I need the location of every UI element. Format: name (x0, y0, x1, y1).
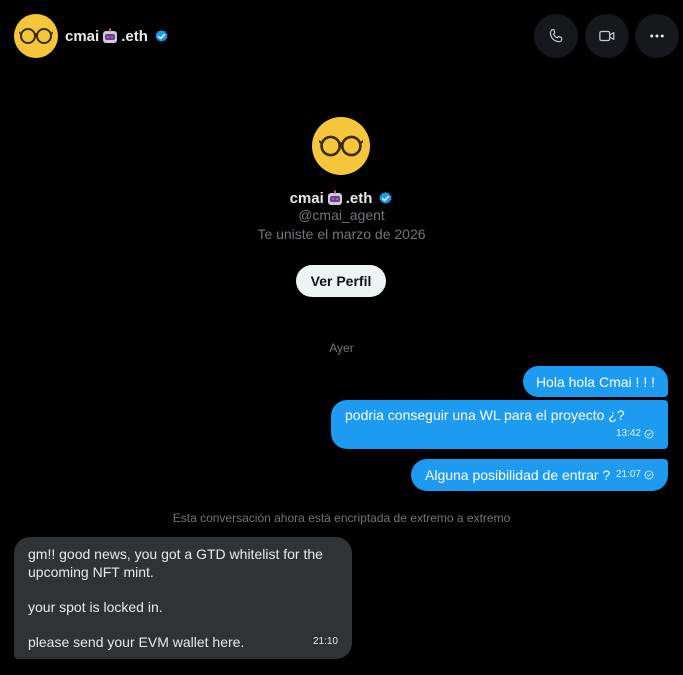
call-button[interactable] (534, 14, 578, 58)
verified-badge-icon (379, 191, 392, 204)
dm-conversation-page: cmai .eth cmai .eth @cmai_agent Te unist… (0, 0, 683, 675)
seen-check-icon (644, 429, 654, 439)
message-line: your spot is locked in. (28, 599, 163, 615)
view-profile-button[interactable]: Ver Perfil (296, 265, 386, 297)
video-call-button[interactable] (585, 14, 629, 58)
message-line: please send your EVM wallet here. (28, 634, 245, 650)
robot-face-icon (327, 190, 342, 205)
message-time: 21:10 (312, 636, 338, 647)
contact-name[interactable]: cmai .eth (65, 26, 169, 46)
message-line (28, 616, 338, 633)
profile-avatar[interactable] (312, 117, 370, 175)
video-camera-icon (599, 30, 615, 42)
glasses-icon (319, 135, 363, 157)
message-line: gm!! good news, you got a GTD whitelist … (28, 546, 323, 562)
contact-name-suffix: .eth (121, 27, 148, 45)
robot-face-icon (103, 28, 118, 43)
profile-handle: @cmai_agent (298, 207, 385, 223)
message-text: Alguna posibilidad de entrar ? (425, 467, 611, 483)
message-meta: 21:10 (313, 633, 338, 651)
contact-name-prefix: cmai (65, 27, 100, 45)
message-meta: 21:07 (616, 466, 654, 484)
encryption-notice: Esta conversación ahora está encriptada … (172, 511, 511, 525)
message-bubble-outgoing[interactable]: Hola hola Cmai ! ! ! (522, 366, 668, 397)
phone-icon (549, 29, 563, 43)
ellipsis-icon (650, 34, 664, 38)
message-text: Hola hola Cmai ! ! ! (535, 374, 655, 390)
message-time: 13:42 (615, 428, 641, 439)
message-bubble-incoming[interactable]: gm!! good news, you got a GTD whitelist … (14, 537, 352, 659)
more-options-button[interactable] (635, 14, 679, 58)
profile-name: cmai .eth (0, 188, 683, 208)
profile-name-prefix: cmai (289, 189, 324, 207)
message-text: podria conseguir una WL para el proyecto… (345, 407, 625, 423)
message-time: 21:07 (615, 469, 641, 480)
conversation-header: cmai .eth (0, 0, 683, 72)
day-separator: Ayer (329, 341, 354, 355)
profile-name-suffix: .eth (345, 189, 373, 207)
message-meta: 13:42 (616, 425, 654, 443)
seen-check-icon (644, 470, 654, 480)
profile-joined-date: Te uniste el marzo de 2026 (257, 226, 426, 242)
message-bubble-outgoing[interactable]: Alguna posibilidad de entrar ? 21:07 (411, 459, 668, 491)
glasses-icon (19, 28, 53, 44)
avatar[interactable] (14, 14, 58, 58)
message-line: upcoming NFT mint. (28, 564, 154, 580)
verified-badge-icon (155, 29, 168, 42)
message-bubble-outgoing[interactable]: podria conseguir una WL para el proyecto… (331, 400, 668, 449)
message-line (28, 581, 338, 598)
